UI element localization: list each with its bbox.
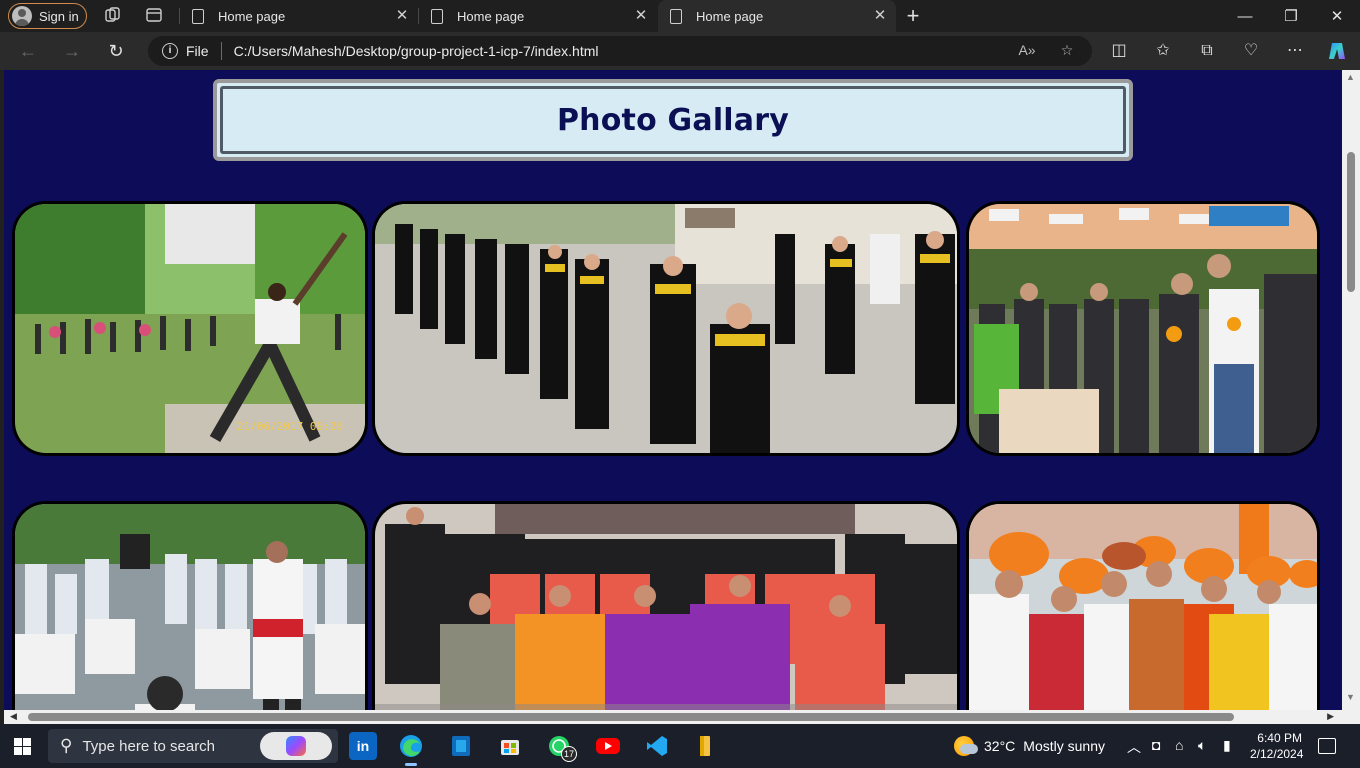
tab-title: Home page (218, 8, 286, 24)
restore-button[interactable]: ❐ (1268, 0, 1314, 32)
search-icon: ⚲ (60, 736, 73, 755)
photo-traditional-attire-group (966, 501, 1320, 710)
page-title: Photo Gallary (557, 102, 789, 138)
vscode-icon[interactable] (643, 732, 671, 760)
copilot-icon[interactable] (1327, 41, 1347, 61)
windows-logo-pane (23, 738, 31, 746)
address-bar[interactable]: i File C:/Users/Mahesh/Desktop/group-pro… (148, 36, 1092, 66)
windows-taskbar: ⚲ Type here to search in 17 32°C Mostly … (0, 724, 1360, 768)
show-hidden-icons-icon[interactable]: ︿ (1127, 737, 1141, 757)
split-screen-icon[interactable]: ◫ (1109, 41, 1129, 61)
youtube-icon[interactable] (594, 732, 622, 760)
address-divider (220, 42, 222, 60)
clock-time: 6:40 PM (1257, 731, 1302, 745)
network-icon[interactable]: ⌂ (1175, 737, 1183, 753)
scroll-down-icon[interactable]: ▼ (1346, 692, 1355, 702)
gallery-header-inner: Photo Gallary (220, 86, 1126, 154)
page-icon (670, 8, 682, 24)
volume-icon[interactable]: 🔈︎ (1198, 737, 1206, 754)
photo-convocation-group (372, 501, 960, 710)
notification-badge: 17 (561, 746, 577, 762)
close-tab-icon[interactable]: ✕ (633, 8, 649, 24)
page-viewport: Photo Gallary 21/06/2017 09:26 (4, 70, 1342, 710)
profile-label: Sign in (39, 8, 79, 24)
file-explorer-icon[interactable] (691, 732, 719, 760)
browser-toolbar: ← → ↻ i File C:/Users/Mahesh/Desktop/gro… (0, 32, 1360, 70)
scrollbar-corner (1342, 710, 1360, 724)
page-icon (431, 8, 443, 24)
photo-inauguration-ceremony (966, 201, 1320, 456)
windows-logo-pane (14, 747, 22, 755)
search-placeholder: Type here to search (82, 737, 216, 755)
clock-date: 2/12/2024 (1250, 747, 1304, 761)
avatar-icon (12, 6, 32, 26)
horizontal-scrollbar[interactable]: ◀ ▶ (4, 710, 1342, 724)
close-tab-icon[interactable]: ✕ (872, 8, 888, 24)
scroll-right-icon[interactable]: ▶ (1327, 711, 1334, 722)
collections-icon[interactable]: ⧉ (1197, 41, 1217, 61)
forward-button[interactable]: → (61, 40, 83, 62)
linkedin-icon[interactable]: in (349, 732, 377, 760)
tab-title: Home page (457, 8, 525, 24)
vertical-scrollbar[interactable]: ▲ ▼ (1342, 70, 1360, 710)
copilot-search-button[interactable] (260, 732, 332, 760)
taskbar-search[interactable]: ⚲ Type here to search (48, 729, 338, 763)
vertical-scroll-thumb[interactable] (1347, 152, 1355, 292)
photo-cultural-dance (12, 501, 368, 710)
scroll-left-icon[interactable]: ◀ (10, 711, 17, 722)
refresh-button[interactable]: ↻ (105, 40, 127, 62)
settings-more-icon[interactable]: ⋯ (1285, 41, 1305, 61)
add-favorite-icon[interactable]: ☆ (1058, 42, 1076, 60)
battery-icon[interactable]: ▮ (1223, 737, 1231, 754)
workspaces-icon[interactable] (104, 6, 124, 26)
linkedin-label: in (356, 738, 370, 754)
tab-title: Home page (696, 8, 764, 24)
close-window-button[interactable]: ✕ (1314, 0, 1360, 32)
profile-button[interactable]: Sign in (8, 3, 87, 29)
read-aloud-icon[interactable]: A» (1018, 42, 1036, 60)
page-icon (192, 8, 204, 24)
tab-home-page-active[interactable]: Home page ✕ (658, 0, 896, 32)
weather-condition: Mostly sunny (1023, 738, 1105, 754)
tab-home-page-1[interactable]: Home page ✕ (180, 0, 418, 32)
outlook-icon[interactable] (447, 732, 475, 760)
meet-now-icon[interactable]: ◘ (1152, 737, 1160, 753)
windows-logo-pane (14, 738, 22, 746)
browser-essentials-icon[interactable]: ♡ (1241, 41, 1261, 61)
favorites-icon[interactable]: ✩ (1153, 41, 1173, 61)
weather-widget[interactable]: 32°C Mostly sunny (954, 736, 1105, 756)
notifications-icon[interactable] (1318, 738, 1336, 754)
taskbar-clock[interactable]: 6:40 PM 2/12/2024 (1250, 730, 1304, 762)
info-icon[interactable]: i (162, 43, 178, 59)
vertical-tabs-icon[interactable] (145, 6, 165, 26)
scheme-label: File (186, 43, 209, 59)
partly-sunny-icon (954, 736, 978, 756)
close-tab-icon[interactable]: ✕ (394, 8, 410, 24)
microsoft-store-icon[interactable] (496, 732, 524, 760)
windows-logo-pane (23, 747, 31, 755)
start-button[interactable] (14, 738, 31, 755)
new-tab-button[interactable]: + (902, 5, 924, 27)
photo-timestamp: 21/06/2017 09:26 (237, 420, 343, 433)
url-text[interactable]: C:/Users/Mahesh/Desktop/group-project-1-… (234, 43, 599, 59)
minimize-button[interactable]: — (1222, 0, 1268, 32)
edge-icon[interactable] (397, 732, 425, 766)
whatsapp-icon[interactable]: 17 (545, 732, 577, 762)
back-button[interactable]: ← (17, 40, 39, 62)
gallery-header: Photo Gallary (213, 79, 1133, 161)
weather-temperature: 32°C (984, 738, 1016, 754)
horizontal-scroll-thumb[interactable] (28, 713, 1234, 721)
photo-graduation-procession (372, 201, 960, 456)
copilot-icon (286, 736, 306, 756)
tab-home-page-2[interactable]: Home page ✕ (419, 0, 657, 32)
scroll-up-icon[interactable]: ▲ (1346, 72, 1355, 82)
browser-tab-strip: Sign in Home page ✕ Home page ✕ Home pag… (0, 0, 1360, 32)
photo-yoga-session: 21/06/2017 09:26 (12, 201, 368, 456)
